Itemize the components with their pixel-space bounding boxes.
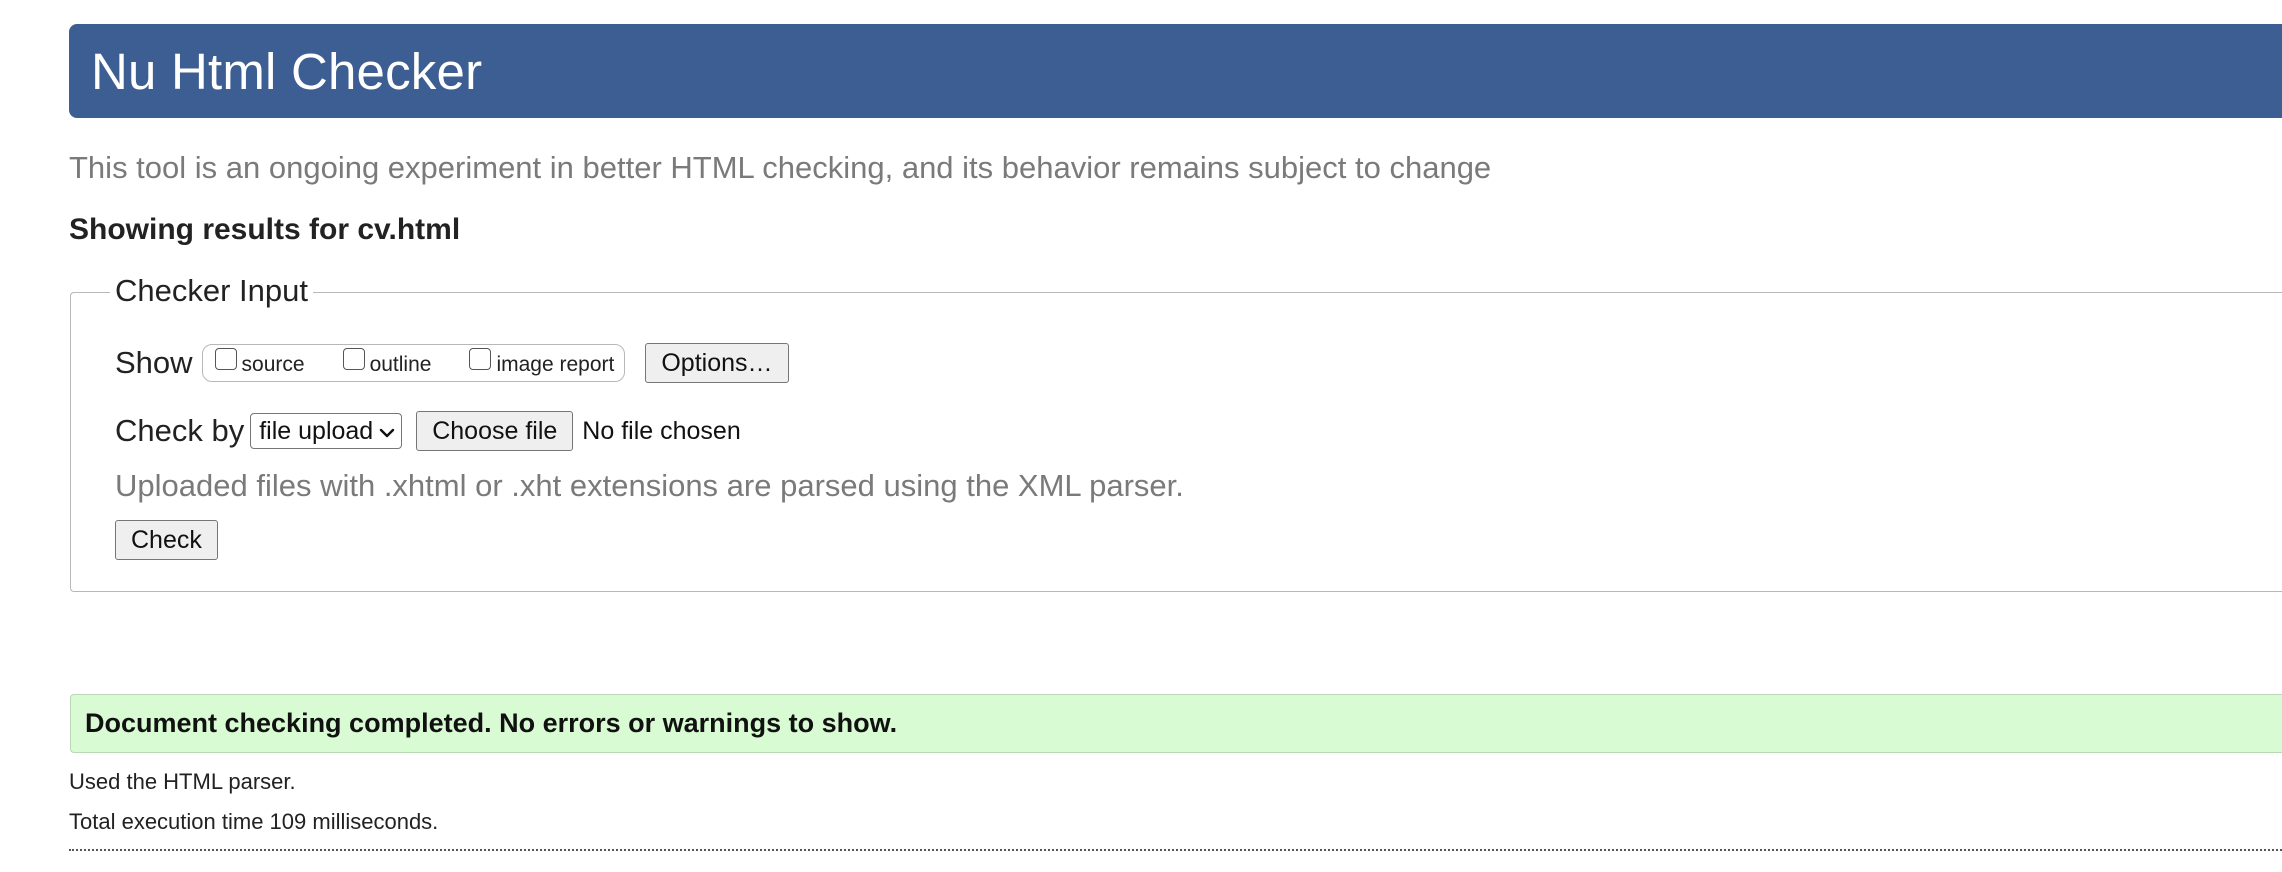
success-message-box: Document checking completed. No errors o… [70,694,2282,753]
parser-info: Used the HTML parser. [69,769,296,794]
dotted-divider [69,849,2282,851]
page-title: Nu Html Checker [91,42,483,100]
outline-checkbox-label[interactable]: outline [370,353,432,377]
checker-input-fieldset: Checker Input Show source outline image … [70,273,2282,592]
check-button[interactable]: Check [115,520,218,560]
show-outline-option[interactable]: outline [342,348,432,377]
show-label: Show [115,345,193,380]
page: Nu Html Checker This tool is an ongoing … [0,0,2282,872]
checker-input-legend: Checker Input [110,273,313,309]
check-by-label: Check by [115,413,245,448]
image-report-checkbox-label[interactable]: image report [496,353,614,377]
options-button[interactable]: Options… [645,343,789,383]
check-by-select[interactable]: file upload [250,413,403,449]
show-checkbox-group: source outline image report [201,344,626,382]
results-prefix: Showing results for [69,213,350,246]
choose-file-button[interactable]: Choose file [416,411,574,451]
show-image-report-option[interactable]: image report [469,348,614,377]
image-report-checkbox[interactable] [469,348,492,370]
no-file-chosen-text: No file chosen [582,416,741,445]
execution-time-info: Total execution time 109 milliseconds. [69,809,439,834]
check-by-row: Check by file upload Choose file No file… [115,411,741,451]
header-bar: Nu Html Checker [69,24,2282,118]
success-message: Document checking completed. No errors o… [85,708,898,738]
source-checkbox-label[interactable]: source [242,353,305,377]
results-heading: Showing results for cv.html [69,213,460,247]
chevron-down-icon[interactable] [379,417,395,446]
tool-description: This tool is an ongoing experiment in be… [69,150,1492,185]
check-by-selected-value[interactable]: file upload [259,417,373,446]
source-checkbox[interactable] [214,348,237,370]
show-options-row: Show source outline image report Options… [115,343,789,383]
outline-checkbox[interactable] [342,348,365,370]
show-source-option[interactable]: source [214,348,305,377]
upload-note: Uploaded files with .xhtml or .xht exten… [115,468,1184,503]
results-filename: cv.html [357,213,461,246]
check-button-row: Check [115,520,218,560]
